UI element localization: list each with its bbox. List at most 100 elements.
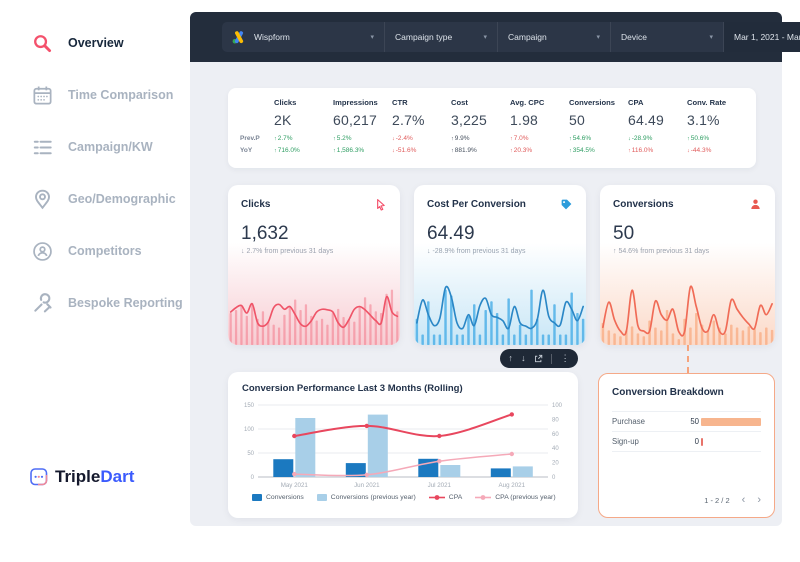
kpi-metric-value: 2.7%: [392, 112, 425, 128]
svg-text:100: 100: [244, 427, 255, 433]
legend-label: Conversions: [266, 494, 304, 501]
legend-item[interactable]: CPA (previous year): [475, 494, 556, 501]
chart-toolbar: ↑ ↓ ⋮: [500, 349, 578, 368]
date-range-picker[interactable]: Mar 1, 2021 - Mar 31, 2021 ▾: [724, 22, 800, 52]
svg-text:150: 150: [244, 403, 255, 409]
svg-text:Aug 2021: Aug 2021: [499, 482, 526, 489]
breakdown-table: Purchase 50 Sign-up 0: [612, 411, 761, 452]
account-selector[interactable]: Wispform ▾: [222, 22, 385, 52]
dashboard-canvas: Wispform ▾ Campaign type ▾ Campaign ▾ De…: [190, 12, 800, 526]
svg-text:20: 20: [552, 461, 559, 467]
kpi-metric-name: Clicks: [274, 98, 297, 107]
sidebar-item-campaign-kw[interactable]: Campaign/KW: [30, 134, 190, 160]
export-icon[interactable]: [534, 354, 543, 363]
conversions-sparkline: [600, 277, 775, 345]
chevron-down-icon: ▾: [370, 34, 374, 41]
breakdown-bar: [701, 437, 761, 446]
kpi-prev-delta: ↑9.9%: [451, 135, 470, 142]
chart-legend: Conversions Conversions (previous year) CP…: [238, 494, 568, 501]
chevron-left-icon[interactable]: ‹: [742, 495, 746, 506]
conversions-card: Conversions 50 ↑ 54.6% from previous 31 …: [600, 185, 775, 345]
date-range-label: Mar 1, 2021 - Mar 31, 2021: [734, 32, 800, 42]
breakdown-title: Conversion Breakdown: [612, 387, 724, 398]
kpi-prev-delta: ↑50.6%: [687, 135, 710, 142]
kpi-yoy-delta: ↑716.0%: [274, 147, 300, 154]
breakdown-row-value: 0: [694, 437, 699, 446]
svg-text:50: 50: [247, 451, 254, 457]
breakdown-bar: [701, 417, 761, 426]
page-indicator: 1 - 2 / 2: [704, 496, 730, 505]
filter-device[interactable]: Device ▾: [611, 22, 724, 52]
sidebar-nav: Overview Time Comparison Campaign/KW Geo…: [0, 0, 190, 316]
kpi-metric-value: 3,225: [451, 112, 488, 128]
chevron-right-icon[interactable]: ›: [757, 495, 761, 506]
legend-item[interactable]: CPA: [428, 494, 463, 501]
cpc-value: 64.49: [427, 223, 475, 244]
clicks-sparkline: [228, 277, 400, 345]
kpi-metric-name: Impressions: [333, 98, 378, 107]
sidebar-item-competitors[interactable]: Competitors: [30, 238, 190, 264]
kpi-metric-clicks: Clicks 2K ↑2.7% ↑716.0%: [274, 98, 333, 162]
svg-text:60: 60: [552, 432, 559, 438]
svg-text:Jul 2021: Jul 2021: [428, 482, 452, 489]
breakdown-pagination: 1 - 2 / 2 ‹ ›: [704, 495, 761, 506]
breakdown-connector-line: [687, 345, 689, 373]
kpi-prev-delta: ↑5.2%: [333, 135, 352, 142]
sidebar-item-overview[interactable]: Overview: [30, 30, 190, 56]
kpi-prev-period-label: Prev.P: [240, 135, 260, 142]
arrow-up-icon[interactable]: ↑: [508, 354, 513, 363]
kpi-yoy-delta: ↑354.5%: [569, 147, 595, 154]
sidebar-item-bespoke-reporting[interactable]: Bespoke Reporting: [30, 290, 190, 316]
kpi-metric-conv-rate: Conv. Rate 3.1% ↑50.6% ↓-44.3%: [687, 98, 746, 162]
cost-per-conversion-card: Cost Per Conversion 64.49 ↓ -28.9% from …: [414, 185, 586, 345]
kpi-prev-delta: ↑7.0%: [510, 135, 529, 142]
kpi-row-labels: Prev.P YoY: [232, 98, 274, 162]
conversion-performance-plot: 0 50 100 150 0 20 40 60 80 100 May 2021 Jun 2021 Jul…: [238, 397, 568, 493]
legend-item[interactable]: Conversions: [252, 494, 304, 501]
logo-text-dart: Dart: [100, 467, 135, 486]
search-icon: [30, 31, 54, 55]
chevron-down-icon: ▾: [709, 34, 713, 41]
chart-title: Conversion Performance Last 3 Months (Ro…: [242, 383, 463, 394]
kpi-yoy-delta: ↑1,586.3%: [333, 147, 365, 154]
kpi-metric-conversions: Conversions 50 ↑54.6% ↑354.5%: [569, 98, 628, 162]
sidebar-item-label: Competitors: [68, 244, 142, 258]
sidebar-item-geo-demographic[interactable]: Geo/Demographic: [30, 186, 190, 212]
legend-line-marker: [428, 495, 445, 500]
legend-line-marker: [475, 495, 492, 500]
tripledart-mark-icon: [30, 468, 48, 486]
sidebar-item-label: Overview: [68, 36, 124, 50]
sidebar-item-time-comparison[interactable]: Time Comparison: [30, 82, 190, 108]
topbar: Wispform ▾ Campaign type ▾ Campaign ▾ De…: [190, 12, 800, 62]
arrow-down-icon[interactable]: ↓: [521, 354, 526, 363]
google-ads-icon: [232, 30, 246, 44]
kpi-metric-name: CPA: [628, 98, 644, 107]
kpi-metric-avg-cpc: Avg. CPC 1.98 ↑7.0% ↑20.3%: [510, 98, 569, 162]
chevron-down-icon: ▾: [596, 34, 600, 41]
kpi-metric-cpa: CPA 64.49 ↓-28.9% ↑116.0%: [628, 98, 687, 162]
kpi-yoy-delta: ↑20.3%: [510, 147, 533, 154]
breakdown-row-label: Purchase: [612, 417, 645, 426]
cpc-delta: ↓ -28.9% from previous 31 days: [427, 248, 526, 255]
svg-text:May 2021: May 2021: [281, 482, 309, 489]
kpi-metric-value: 2K: [274, 112, 292, 128]
clicks-card: Clicks 1,632 ↓ 2.7% from previous 31 day…: [228, 185, 400, 345]
filter-campaign[interactable]: Campaign ▾: [498, 22, 611, 52]
breakdown-row: Purchase 50: [612, 411, 761, 431]
cpc-sparkline: [414, 277, 586, 345]
kpi-metric-value: 1.98: [510, 112, 539, 128]
filter-campaign-type[interactable]: Campaign type ▾: [385, 22, 498, 52]
svg-text:80: 80: [552, 417, 559, 423]
kebab-menu-icon[interactable]: ⋮: [561, 354, 570, 363]
legend-swatch: [316, 494, 327, 501]
kpi-metric-value: 3.1%: [687, 112, 720, 128]
sidebar: Overview Time Comparison Campaign/KW Geo…: [0, 0, 190, 562]
svg-text:0: 0: [552, 475, 556, 481]
kpi-metrics-grid: Clicks 2K ↑2.7% ↑716.0% Impressions 60,217 ↑5.…: [274, 98, 746, 162]
kpi-metric-ctr: CTR 2.7% ↓-2.4% ↓-51.6%: [392, 98, 451, 162]
legend-item[interactable]: Conversions (previous year): [316, 494, 416, 501]
kpi-yoy-delta: ↑881.9%: [451, 147, 477, 154]
legend-label: CPA: [448, 494, 463, 501]
kpi-metric-name: Conversions: [569, 98, 615, 107]
conversions-value: 50: [613, 223, 635, 244]
